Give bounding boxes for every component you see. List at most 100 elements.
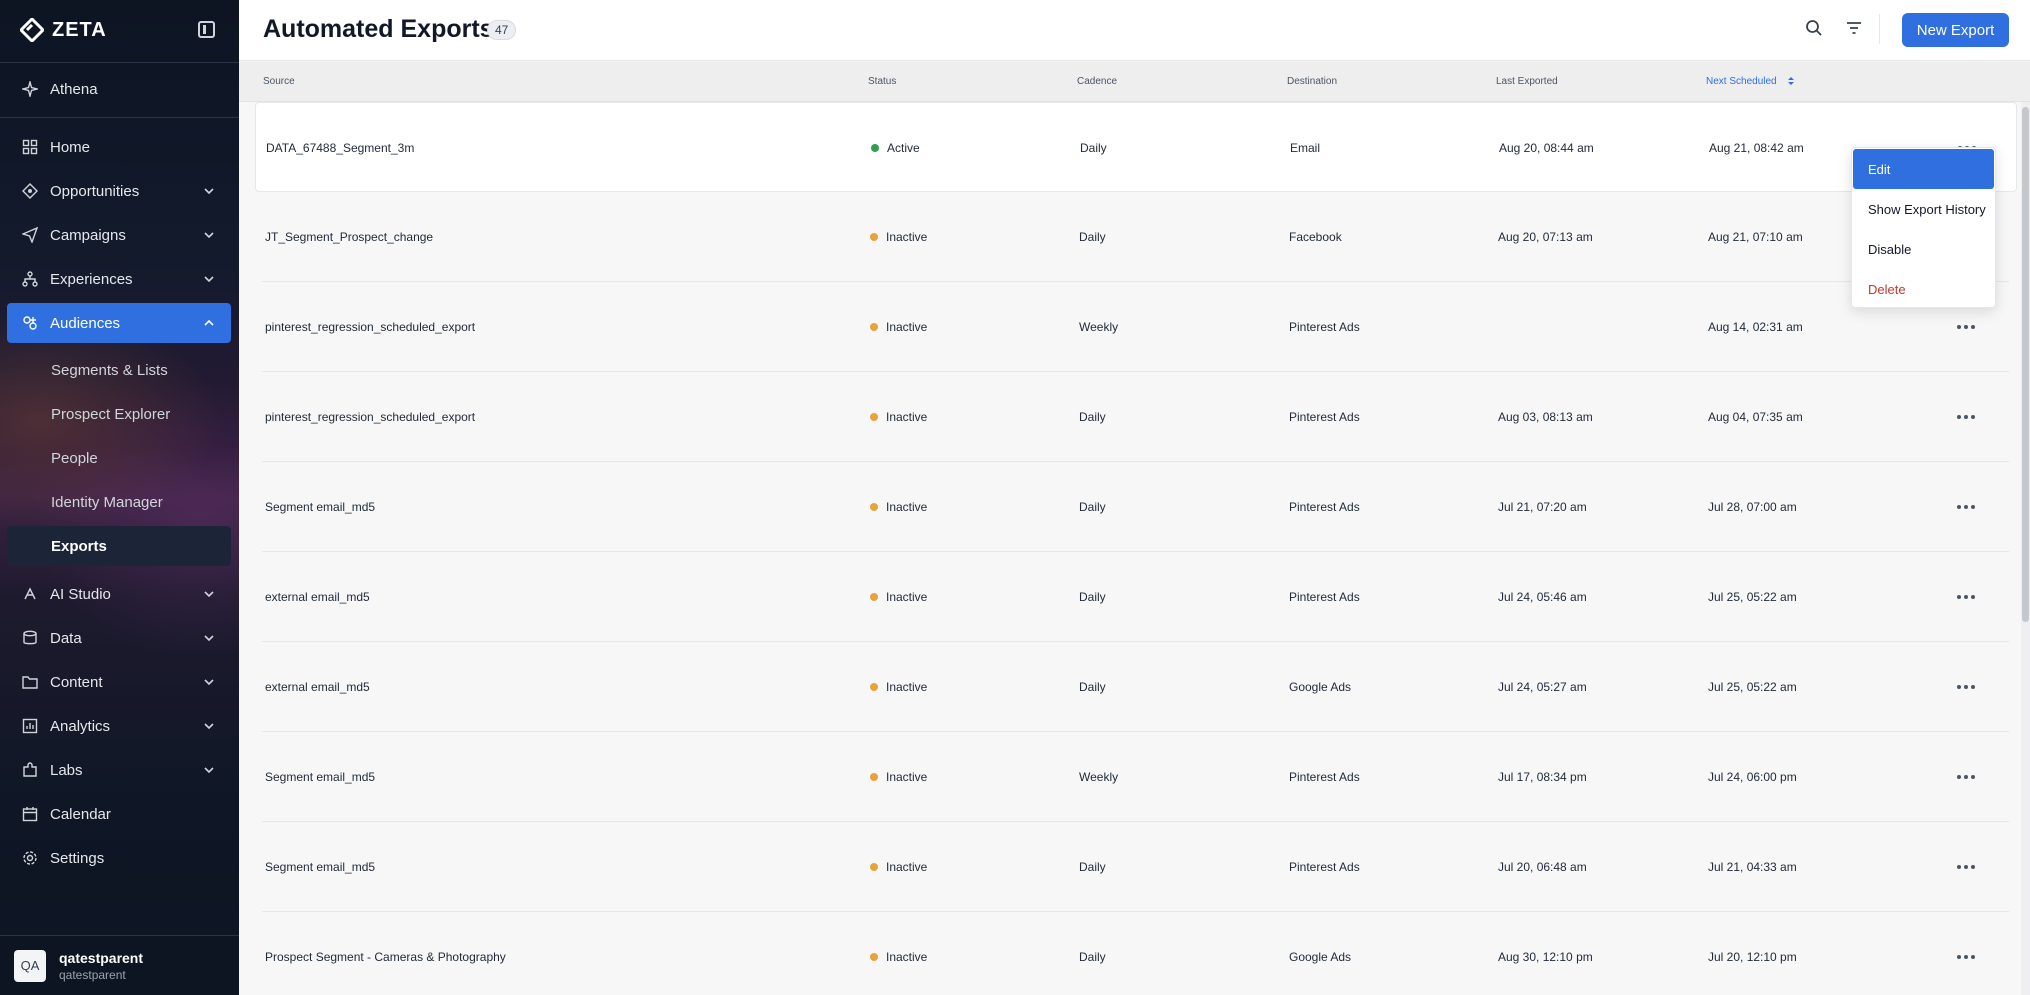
status-label: Inactive bbox=[886, 770, 928, 784]
cell-last-exported: Aug 20, 08:44 am bbox=[1499, 141, 1594, 155]
nav-label: Experiences bbox=[50, 270, 133, 288]
divider bbox=[1879, 14, 1880, 44]
nav-athena[interactable]: Athena bbox=[7, 69, 231, 109]
table-row[interactable]: external email_md5 Inactive Daily Pinterest… bbox=[262, 552, 2009, 642]
cell-status: Active bbox=[871, 141, 920, 155]
table-row[interactable]: Prospect Segment - Cameras & Photography… bbox=[262, 912, 2009, 995]
table-row[interactable]: Segment email_md5 Inactive Weekly Pinterest… bbox=[262, 732, 2009, 822]
cell-cadence: Daily bbox=[1079, 500, 1106, 514]
menu-item-edit[interactable]: Edit bbox=[1853, 149, 1994, 189]
column-header-status[interactable]: Status bbox=[868, 76, 896, 87]
table-row[interactable]: pinterest_regression_scheduled_export Ina… bbox=[262, 372, 2009, 462]
column-header-cadence[interactable]: Cadence bbox=[1077, 76, 1117, 87]
more-actions-icon[interactable] bbox=[1956, 319, 1976, 335]
nav-labs[interactable]: Labs bbox=[7, 750, 231, 790]
status-dot-icon bbox=[870, 592, 878, 601]
collapse-sidebar-icon[interactable] bbox=[198, 21, 215, 38]
table-row[interactable]: pinterest_regression_scheduled_export Ina… bbox=[262, 282, 2009, 372]
cell-status: Inactive bbox=[870, 680, 927, 694]
search-icon[interactable] bbox=[1804, 18, 1824, 38]
sidebar: ZETA Athena Home Opportunities Campaigns… bbox=[0, 0, 239, 995]
chevron-down-icon bbox=[204, 767, 214, 774]
divider bbox=[0, 62, 239, 63]
cell-destination: Pinterest Ads bbox=[1289, 770, 1360, 784]
status-dot-icon bbox=[870, 412, 878, 421]
subnav-prospect-explorer[interactable]: Prospect Explorer bbox=[7, 394, 231, 434]
nav-label: Athena bbox=[50, 80, 98, 98]
more-actions-icon[interactable] bbox=[1956, 499, 1976, 515]
cell-destination: Google Ads bbox=[1289, 950, 1352, 964]
nav-data[interactable]: Data bbox=[7, 618, 231, 658]
cell-next-scheduled: Aug 21, 08:42 am bbox=[1709, 141, 1804, 155]
column-header-destination[interactable]: Destination bbox=[1287, 76, 1337, 87]
database-icon bbox=[22, 630, 38, 646]
table-row[interactable]: Segment email_md5 Inactive Daily Pinterest … bbox=[262, 822, 2009, 912]
nav-audiences[interactable]: Audiences bbox=[7, 303, 231, 343]
cell-source: pinterest_regression_scheduled_export bbox=[265, 320, 476, 334]
table-row[interactable]: Segment email_md5 Inactive Daily Pinterest … bbox=[262, 462, 2009, 552]
filter-icon[interactable] bbox=[1844, 18, 1864, 38]
more-actions-icon[interactable] bbox=[1956, 769, 1976, 785]
cell-destination: Pinterest Ads bbox=[1289, 860, 1360, 874]
subnav-segments-lists[interactable]: Segments & Lists bbox=[7, 350, 231, 390]
more-actions-icon[interactable] bbox=[1956, 949, 1976, 965]
user-profile[interactable]: QA qatestparent qatestparent bbox=[0, 935, 239, 995]
subnav-identity-manager[interactable]: Identity Manager bbox=[7, 482, 231, 522]
status-label: Inactive bbox=[886, 590, 928, 604]
nav-opportunities[interactable]: Opportunities bbox=[7, 171, 231, 211]
chevron-down-icon bbox=[204, 591, 214, 598]
more-actions-icon[interactable] bbox=[1956, 859, 1976, 875]
table-row[interactable]: external email_md5 Inactive Daily Google Ad… bbox=[262, 642, 2009, 732]
cell-destination: Google Ads bbox=[1289, 680, 1352, 694]
nav-label: Calendar bbox=[50, 805, 111, 823]
chart-icon bbox=[22, 718, 38, 734]
nav-ai-studio[interactable]: AI Studio bbox=[7, 574, 231, 614]
nav-settings[interactable]: Settings bbox=[7, 838, 231, 878]
brand-name: ZETA bbox=[52, 18, 107, 41]
cell-source: Segment email_md5 bbox=[265, 500, 376, 514]
menu-item-disable[interactable]: Disable bbox=[1853, 229, 1994, 269]
nav-experiences[interactable]: Experiences bbox=[7, 259, 231, 299]
nav-content[interactable]: Content bbox=[7, 662, 231, 702]
column-header-next-scheduled[interactable]: Next Scheduled bbox=[1706, 76, 1795, 87]
more-actions-icon[interactable] bbox=[1956, 409, 1976, 425]
nav-analytics[interactable]: Analytics bbox=[7, 706, 231, 746]
column-header-label: Next Scheduled bbox=[1706, 76, 1777, 87]
cell-status: Inactive bbox=[870, 590, 927, 604]
column-header-last-exported[interactable]: Last Exported bbox=[1496, 76, 1558, 87]
status-label: Inactive bbox=[886, 410, 928, 424]
subnav-exports[interactable]: Exports bbox=[7, 526, 231, 566]
subnav-label: People bbox=[51, 449, 98, 467]
status-label: Inactive bbox=[886, 320, 928, 334]
brand[interactable]: ZETA bbox=[20, 16, 107, 44]
diamond-icon bbox=[22, 183, 38, 199]
menu-item-delete[interactable]: Delete bbox=[1853, 269, 1994, 309]
table-row[interactable]: DATA_67488_Segment_3m Active Daily Email Aug… bbox=[255, 102, 2017, 192]
cell-next-scheduled: Jul 28, 07:00 am bbox=[1708, 500, 1797, 514]
status-dot-icon bbox=[870, 502, 878, 511]
column-header-source[interactable]: Source bbox=[263, 76, 295, 87]
cell-last-exported: Jul 21, 07:20 am bbox=[1498, 500, 1587, 514]
page-header: Automated Exports 47 New Export bbox=[239, 0, 2030, 61]
nav-campaigns[interactable]: Campaigns bbox=[7, 215, 231, 255]
cell-last-exported: Jul 17, 08:34 pm bbox=[1498, 770, 1587, 784]
more-actions-icon[interactable] bbox=[1956, 589, 1976, 605]
new-export-button[interactable]: New Export bbox=[1902, 13, 2009, 47]
nav-calendar[interactable]: Calendar bbox=[7, 794, 231, 834]
more-actions-icon[interactable] bbox=[1956, 679, 1976, 695]
cell-status: Inactive bbox=[870, 770, 927, 784]
cell-status: Inactive bbox=[870, 950, 927, 964]
chevron-down-icon bbox=[204, 276, 214, 283]
status-dot-icon bbox=[870, 322, 878, 331]
menu-item-show-export-history[interactable]: Show Export History bbox=[1853, 189, 1994, 229]
cell-source: JT_Segment_Prospect_change bbox=[265, 230, 434, 244]
nav-label: Data bbox=[50, 629, 82, 647]
scrollbar-thumb[interactable] bbox=[2022, 107, 2029, 622]
cell-next-scheduled: Aug 04, 07:35 am bbox=[1708, 410, 1803, 424]
table-row[interactable]: JT_Segment_Prospect_change Inactive Daily F… bbox=[262, 192, 2009, 282]
status-label: Inactive bbox=[886, 860, 928, 874]
nav-home[interactable]: Home bbox=[7, 127, 231, 167]
table-header: Source Status Cadence Destination Last E… bbox=[239, 62, 2030, 102]
subnav-people[interactable]: People bbox=[7, 438, 231, 478]
cell-next-scheduled: Jul 25, 05:22 am bbox=[1708, 680, 1797, 694]
